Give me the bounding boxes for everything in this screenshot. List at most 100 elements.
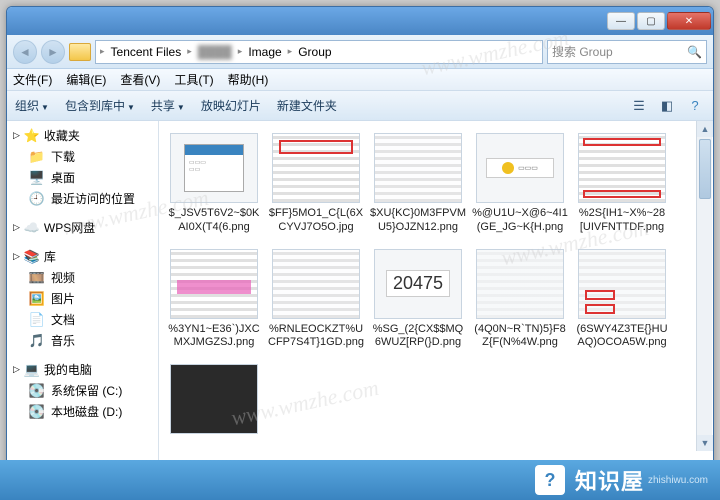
titlebar: — ▢ ✕ xyxy=(7,7,713,35)
cloud-icon: ☁️ xyxy=(24,220,40,236)
chevron-right-icon: ▸ xyxy=(238,46,243,57)
menu-edit[interactable]: 编辑(E) xyxy=(66,71,106,88)
music-icon: 🎵 xyxy=(29,333,45,349)
thumbnail: 20475 xyxy=(374,249,462,319)
scroll-down-icon[interactable]: ▼ xyxy=(697,435,713,451)
nav-bar: ◄ ► ▸ Tencent Files ▸ ████ ▸ Image ▸ Gro… xyxy=(7,35,713,69)
file-tile[interactable]: 20475 %SG_(2{CX$$MQ6WUZ[RP(}D.png xyxy=(367,249,469,351)
crumb-image[interactable]: Image xyxy=(244,45,285,59)
crumb-tencent[interactable]: Tencent Files xyxy=(107,45,186,59)
documents-icon: 📄 xyxy=(29,312,45,328)
computer-icon: 💻 xyxy=(24,362,40,378)
sidebar-item-video[interactable]: 🎞️视频 xyxy=(7,267,158,288)
thumbnail xyxy=(578,249,666,319)
thumbnail xyxy=(578,133,666,203)
file-grid[interactable]: ▭▭▭▭▭ $_JSV5T6V2~$0KAI0X(T4(6.png$FF}5MO1… xyxy=(159,121,713,465)
minimize-button[interactable]: — xyxy=(607,12,635,30)
sidebar-item-documents[interactable]: 📄文档 xyxy=(7,309,158,330)
thumbnail xyxy=(170,249,258,319)
thumbnail xyxy=(170,364,258,434)
slideshow-button[interactable]: 放映幻灯片 xyxy=(201,97,261,114)
file-tile[interactable]: ▭▭▭%@U1U~X@6~4I1(GE_JG~K{H.png xyxy=(469,133,571,235)
toolbar: 组织▼ 包含到库中▼ 共享▼ 放映幻灯片 新建文件夹 ☰ ◧ ? xyxy=(7,91,713,121)
desktop-icon: 🖥️ xyxy=(29,170,45,186)
logo-icon: ? xyxy=(535,465,565,495)
file-tile[interactable]: (6SWY4Z3TE{}HUAQ)OCOA5W.png xyxy=(571,249,673,351)
new-folder-button[interactable]: 新建文件夹 xyxy=(277,97,337,114)
sidebar-library[interactable]: ▷📚库 xyxy=(7,246,158,267)
search-input[interactable]: 搜索 Group 🔍 xyxy=(547,40,707,64)
menu-view[interactable]: 查看(V) xyxy=(120,71,160,88)
sidebar-item-desktop[interactable]: 🖥️桌面 xyxy=(7,167,158,188)
file-tile[interactable]: %3YN1~E36`)JXCMXJMGZSJ.png xyxy=(163,249,265,351)
preview-pane-icon[interactable]: ◧ xyxy=(657,96,677,116)
file-name: $_JSV5T6V2~$0KAI0X(T4(6.png xyxy=(166,207,262,235)
folder-icon xyxy=(69,43,91,61)
menu-tools[interactable]: 工具(T) xyxy=(174,71,213,88)
sidebar-item-recent[interactable]: 🕘最近访问的位置 xyxy=(7,188,158,209)
file-name: $FF}5MO1_C{L(6XCYVJ7O5O.jpg xyxy=(268,207,364,235)
search-icon: 🔍 xyxy=(687,45,702,59)
library-icon: 📚 xyxy=(24,249,40,265)
file-tile[interactable]: ▭▭▭▭▭ $_JSV5T6V2~$0KAI0X(T4(6.png xyxy=(163,133,265,235)
sidebar-item-music[interactable]: 🎵音乐 xyxy=(7,330,158,351)
view-options-icon[interactable]: ☰ xyxy=(629,96,649,116)
folder-icon: 📁 xyxy=(29,149,45,165)
brand-domain: zhishiwu.com xyxy=(648,475,708,486)
back-button[interactable]: ◄ xyxy=(13,40,37,64)
thumbnail: ▭▭▭▭▭ xyxy=(170,133,258,203)
scrollbar[interactable]: ▲ ▼ xyxy=(696,121,712,451)
maximize-button[interactable]: ▢ xyxy=(637,12,665,30)
file-name: (4Q0N~R`TN)5}F8Z{F(N%4W.png xyxy=(472,323,568,351)
organize-button[interactable]: 组织▼ xyxy=(15,97,49,114)
file-tile[interactable]: %2S{IH1~X%~28[UIVFNTTDF.png xyxy=(571,133,673,235)
file-name: %3YN1~E36`)JXCMXJMGZSJ.png xyxy=(166,323,262,351)
pictures-icon: 🖼️ xyxy=(29,291,45,307)
file-name: %@U1U~X@6~4I1(GE_JG~K{H.png xyxy=(472,207,568,235)
file-tile[interactable]: $XU{KC}0M3FPVMU5}OJZN12.png xyxy=(367,133,469,235)
body: ▷⭐收藏夹 📁下载 🖥️桌面 🕘最近访问的位置 ▷☁️WPS网盘 ▷📚库 🎞️视… xyxy=(7,121,713,465)
sidebar-item-pictures[interactable]: 🖼️图片 xyxy=(7,288,158,309)
share-button[interactable]: 共享▼ xyxy=(151,97,185,114)
search-placeholder: 搜索 Group xyxy=(552,43,613,60)
close-button[interactable]: ✕ xyxy=(667,12,711,30)
sidebar-item-downloads[interactable]: 📁下载 xyxy=(7,146,158,167)
brand-name: 知识屋 xyxy=(575,464,644,496)
menu-file[interactable]: 文件(F) xyxy=(13,71,52,88)
file-tile[interactable]: %RNLEOCKZT%UCFP7S4T}1GD.png xyxy=(265,249,367,351)
file-tile[interactable] xyxy=(163,364,265,438)
menu-help[interactable]: 帮助(H) xyxy=(228,71,269,88)
file-name: %RNLEOCKZT%UCFP7S4T}1GD.png xyxy=(268,323,364,351)
explorer-window: — ▢ ✕ ◄ ► ▸ Tencent Files ▸ ████ ▸ Image… xyxy=(6,6,714,494)
file-name: %SG_(2{CX$$MQ6WUZ[RP(}D.png xyxy=(370,323,466,351)
file-name: $XU{KC}0M3FPVMU5}OJZN12.png xyxy=(370,207,466,235)
sidebar-favorites[interactable]: ▷⭐收藏夹 xyxy=(7,125,158,146)
crumb-group[interactable]: Group xyxy=(294,45,335,59)
video-icon: 🎞️ xyxy=(29,270,45,286)
star-icon: ⭐ xyxy=(24,128,40,144)
crumb-hidden[interactable]: ████ xyxy=(194,45,236,59)
scroll-up-icon[interactable]: ▲ xyxy=(697,121,713,137)
include-library-button[interactable]: 包含到库中▼ xyxy=(65,97,135,114)
forward-button[interactable]: ► xyxy=(41,40,65,64)
sidebar-item-drive-c[interactable]: 💽系统保留 (C:) xyxy=(7,380,158,401)
chevron-right-icon: ▸ xyxy=(187,46,192,57)
scroll-thumb[interactable] xyxy=(699,139,711,199)
thumbnail xyxy=(374,133,462,203)
branding-bar: ? 知识屋 zhishiwu.com xyxy=(0,460,720,500)
sidebar-wps[interactable]: ▷☁️WPS网盘 xyxy=(7,217,158,238)
drive-icon: 💽 xyxy=(29,404,45,420)
breadcrumb[interactable]: ▸ Tencent Files ▸ ████ ▸ Image ▸ Group xyxy=(95,40,543,64)
file-tile[interactable]: $FF}5MO1_C{L(6XCYVJ7O5O.jpg xyxy=(265,133,367,235)
thumbnail xyxy=(272,133,360,203)
sidebar-computer[interactable]: ▷💻我的电脑 xyxy=(7,359,158,380)
sidebar-item-drive-d[interactable]: 💽本地磁盘 (D:) xyxy=(7,401,158,422)
file-tile[interactable]: (4Q0N~R`TN)5}F8Z{F(N%4W.png xyxy=(469,249,571,351)
sidebar: ▷⭐收藏夹 📁下载 🖥️桌面 🕘最近访问的位置 ▷☁️WPS网盘 ▷📚库 🎞️视… xyxy=(7,121,159,465)
recent-icon: 🕘 xyxy=(29,191,45,207)
thumbnail xyxy=(272,249,360,319)
menu-bar: 文件(F) 编辑(E) 查看(V) 工具(T) 帮助(H) xyxy=(7,69,713,91)
file-name: (6SWY4Z3TE{}HUAQ)OCOA5W.png xyxy=(574,323,670,351)
help-icon[interactable]: ? xyxy=(685,96,705,116)
thumbnail xyxy=(476,249,564,319)
